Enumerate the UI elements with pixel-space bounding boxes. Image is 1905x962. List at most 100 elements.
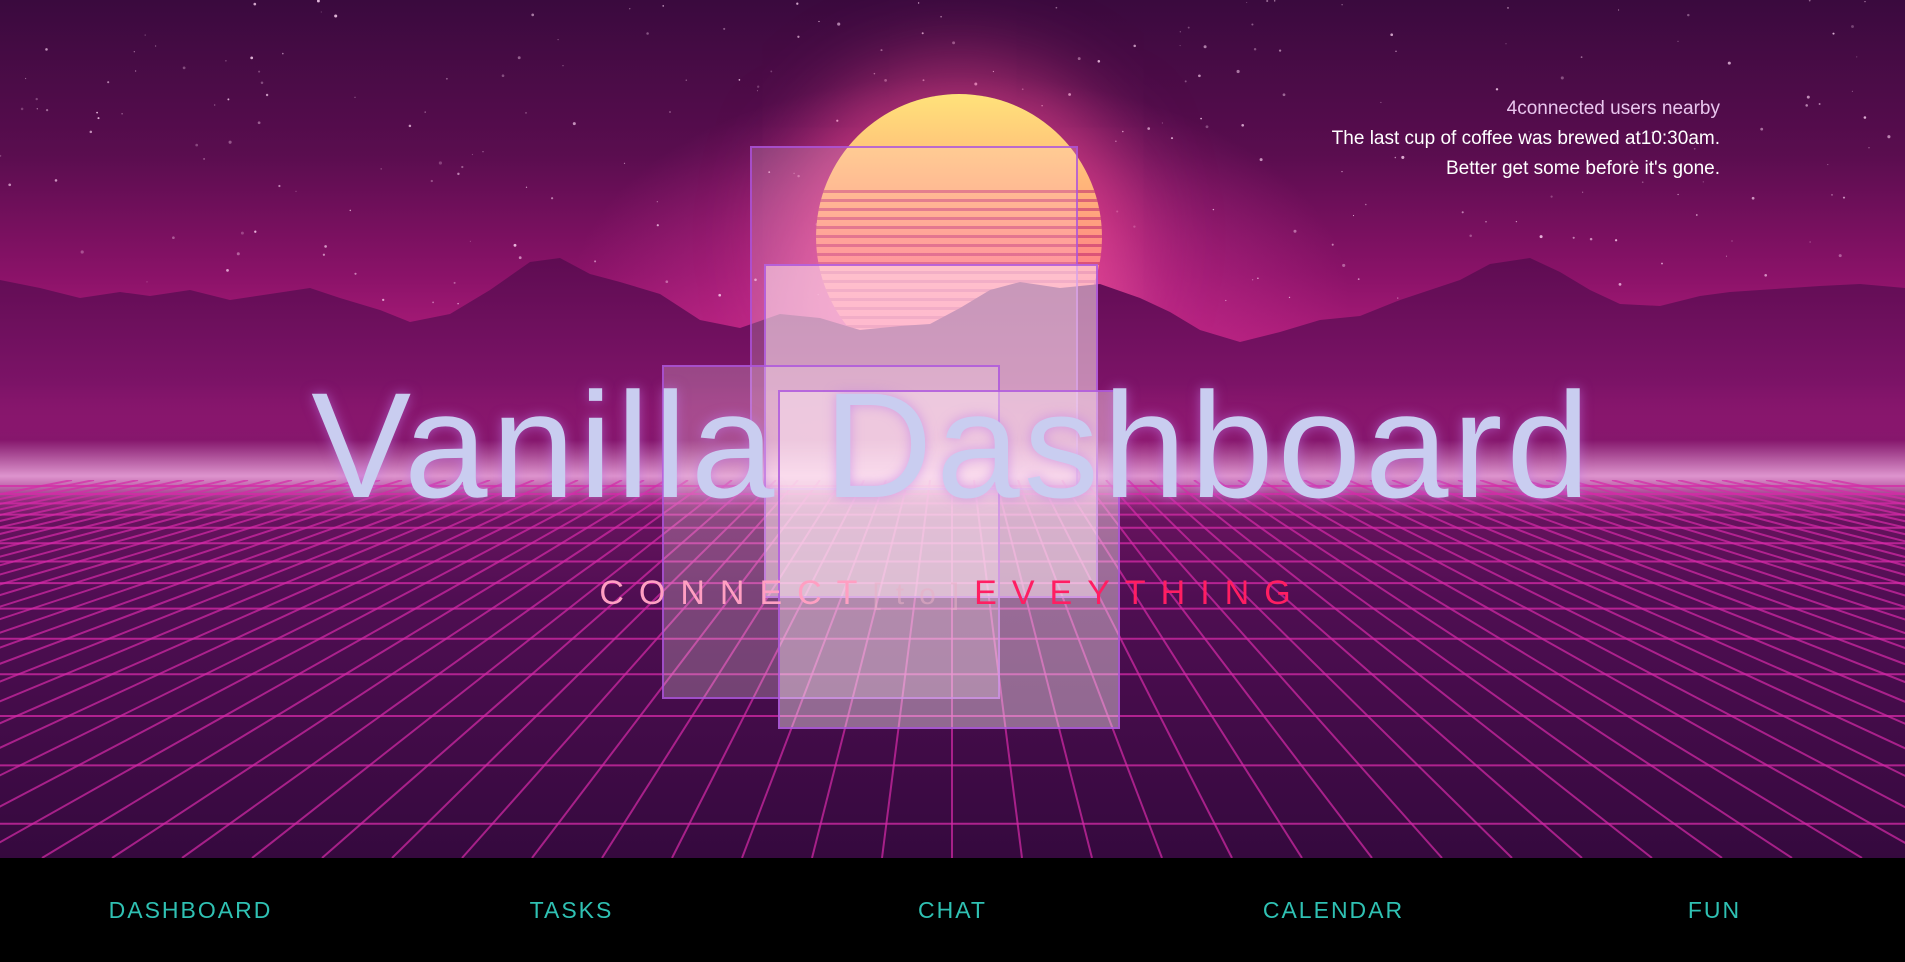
star bbox=[1495, 88, 1499, 91]
star bbox=[551, 197, 554, 200]
nav-item-dashboard[interactable]: DASHBOARD bbox=[0, 897, 381, 924]
star bbox=[1687, 13, 1690, 17]
star bbox=[265, 93, 269, 97]
tagline-everything: EVEYTHING bbox=[974, 574, 1306, 612]
star bbox=[97, 117, 100, 120]
star bbox=[940, 15, 942, 18]
star bbox=[1115, 140, 1117, 142]
star bbox=[1469, 234, 1472, 237]
star bbox=[572, 122, 576, 126]
star bbox=[770, 70, 773, 73]
star bbox=[1539, 235, 1543, 239]
star bbox=[796, 2, 799, 5]
star bbox=[797, 35, 800, 38]
star bbox=[438, 161, 442, 165]
star bbox=[880, 49, 883, 52]
star bbox=[1832, 32, 1835, 35]
star bbox=[1097, 60, 1101, 63]
star bbox=[1887, 135, 1891, 139]
star bbox=[629, 8, 631, 10]
star bbox=[1868, 147, 1870, 149]
star bbox=[45, 108, 49, 112]
star bbox=[89, 130, 93, 134]
star bbox=[1677, 193, 1679, 196]
nav-item-fun[interactable]: FUN bbox=[1524, 897, 1905, 924]
star bbox=[227, 98, 230, 101]
star bbox=[873, 72, 876, 75]
grid-line bbox=[1215, 480, 1793, 858]
star bbox=[121, 113, 123, 115]
star bbox=[656, 224, 659, 227]
connected-users-text: 4connected users nearby bbox=[1506, 98, 1720, 119]
star bbox=[1863, 116, 1867, 119]
star bbox=[656, 201, 658, 203]
star bbox=[1618, 9, 1620, 11]
grid-line bbox=[0, 480, 645, 844]
star bbox=[662, 5, 664, 7]
star bbox=[278, 184, 281, 188]
page: 4connected users nearby The last cup of … bbox=[0, 0, 1905, 962]
star bbox=[1161, 122, 1163, 124]
star bbox=[921, 32, 924, 35]
star bbox=[1365, 203, 1367, 206]
grid-line bbox=[111, 480, 689, 858]
star bbox=[1580, 56, 1583, 58]
star bbox=[1395, 50, 1397, 52]
grid-line bbox=[0, 480, 359, 586]
star bbox=[334, 14, 338, 18]
star bbox=[1121, 130, 1124, 133]
star bbox=[258, 70, 261, 73]
grid-line bbox=[0, 480, 425, 621]
star bbox=[685, 79, 688, 81]
star bbox=[1352, 215, 1355, 217]
star bbox=[623, 162, 626, 164]
star bbox=[1827, 164, 1829, 166]
star bbox=[1116, 210, 1119, 213]
star bbox=[1170, 137, 1174, 140]
star bbox=[316, 0, 320, 3]
star bbox=[1021, 88, 1024, 91]
status-info: 4connected users nearby The last cup of … bbox=[1332, 94, 1720, 184]
star bbox=[471, 153, 473, 156]
star bbox=[756, 90, 758, 92]
nav-item-chat[interactable]: CHAT bbox=[762, 897, 1143, 924]
grid-line bbox=[0, 480, 403, 608]
star bbox=[214, 104, 216, 106]
star bbox=[349, 209, 352, 212]
star bbox=[1184, 80, 1187, 83]
star bbox=[254, 230, 257, 233]
star bbox=[1485, 221, 1487, 223]
star bbox=[1550, 195, 1553, 198]
star bbox=[482, 151, 484, 153]
star bbox=[1809, 241, 1811, 243]
grid-line bbox=[1721, 480, 1905, 523]
tagline-connect: CONNECT bbox=[599, 574, 873, 612]
star bbox=[917, 2, 920, 4]
star bbox=[195, 143, 199, 147]
nav-item-tasks[interactable]: TASKS bbox=[381, 897, 762, 924]
star bbox=[320, 11, 322, 13]
star bbox=[952, 41, 956, 45]
star bbox=[1851, 90, 1854, 93]
star bbox=[1582, 191, 1584, 193]
nav-item-calendar[interactable]: CALENDAR bbox=[1143, 897, 1524, 924]
star bbox=[1341, 4, 1343, 6]
star bbox=[1041, 105, 1043, 107]
star bbox=[203, 157, 206, 160]
grid-line bbox=[1259, 480, 1905, 844]
star bbox=[974, 82, 978, 86]
star bbox=[1259, 158, 1263, 162]
star bbox=[1695, 214, 1698, 216]
star bbox=[1751, 196, 1755, 200]
star bbox=[1331, 243, 1334, 246]
star bbox=[757, 85, 760, 88]
star bbox=[1856, 56, 1858, 58]
star bbox=[1200, 117, 1202, 120]
star bbox=[1506, 6, 1510, 9]
star bbox=[1572, 236, 1575, 239]
star bbox=[738, 79, 741, 81]
star bbox=[1806, 95, 1810, 99]
coffee-warning-text: Better get some before it's gone. bbox=[1445, 158, 1720, 179]
star bbox=[1278, 49, 1282, 52]
star bbox=[24, 77, 27, 80]
